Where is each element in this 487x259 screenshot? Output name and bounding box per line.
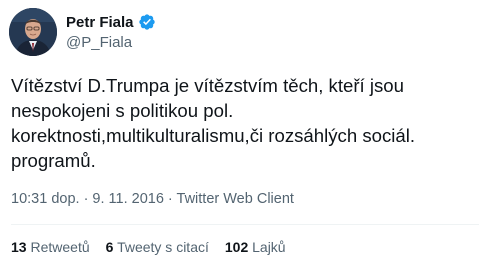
tweet-card: Petr Fiala @P_Fiala Vítězství D.Trumpa j… [0,0,487,259]
likes-stat[interactable]: 102 Lajků [225,239,286,255]
verified-badge-icon [138,13,156,31]
author-display-name[interactable]: Petr Fiala [66,14,134,31]
likes-label: Lajků [252,239,286,255]
tweet-stats: 13 Retweetů 6 Tweety s citací 102 Lajků [11,239,302,255]
retweets-count: 13 [11,239,27,255]
author-names: Petr Fiala @P_Fiala [66,11,156,53]
quotes-count: 6 [105,239,114,255]
divider [11,224,479,225]
retweets-stat[interactable]: 13 Retweetů [11,239,90,255]
name-row: Petr Fiala [66,11,156,33]
quotes-stat[interactable]: 6 Tweety s citací [106,239,209,255]
quotes-label: Tweety s citací [117,239,209,255]
avatar[interactable] [9,8,57,56]
likes-count: 102 [224,239,249,255]
retweets-label: Retweetů [30,239,90,255]
author-handle[interactable]: @P_Fiala [66,33,156,53]
tweet-text: Vítězství D.Trumpa je vítězstvím těch, k… [11,75,416,171]
tweet-timestamp[interactable]: 10:31 dop. · 9. 11. 2016 · Twitter Web C… [11,191,294,207]
tweet-header: Petr Fiala @P_Fiala [9,8,156,56]
